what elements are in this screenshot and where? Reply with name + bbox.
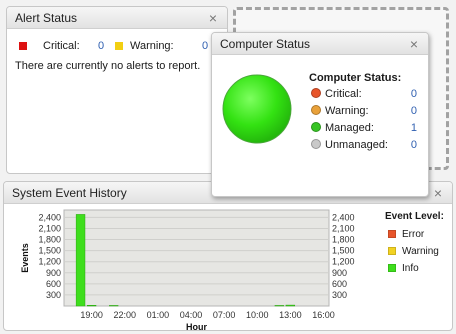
legend-item-error: Error — [388, 226, 439, 243]
computer-status-heading: Computer Status: — [309, 72, 402, 84]
alert-status-close-icon[interactable]: × — [209, 7, 217, 29]
x-tick-label: 16:00 — [312, 310, 335, 320]
info-swatch-icon — [388, 264, 396, 272]
status-row-warning: Warning: — [311, 105, 369, 117]
warning-count[interactable]: 0 — [202, 40, 208, 52]
status-pie-chart — [222, 74, 292, 144]
y-tick-label-right: 1,800 — [332, 235, 355, 245]
plot-area — [63, 209, 330, 307]
critical-count[interactable]: 0 — [98, 40, 104, 52]
y-tick-label-right: 300 — [332, 290, 347, 300]
event-history-chart: 300 300600 600900 9001,200 1,2001,500 1,5001,… — [20, 209, 355, 331]
computer-status-header[interactable]: Computer Status × — [212, 33, 428, 55]
x-tick-label: 01:00 — [147, 310, 170, 320]
event-history-title: System Event History — [12, 186, 127, 200]
computer-status-title: Computer Status — [220, 37, 311, 51]
managed-dot-icon — [311, 122, 321, 132]
computer-status-panel: Computer Status × Computer Status: Criti… — [211, 32, 429, 197]
computer-status-close-icon[interactable]: × — [410, 33, 418, 55]
x-axis-label: Hour — [186, 322, 207, 331]
y-tick-label-left: 2,100 — [38, 223, 61, 233]
y-tick-label-right: 1,500 — [332, 246, 355, 256]
no-alerts-message: There are currently no alerts to report. — [15, 60, 201, 72]
warning-swatch-icon — [388, 247, 396, 255]
y-tick-label-left: 900 — [46, 268, 61, 278]
y-tick-label-left: 1,800 — [38, 235, 61, 245]
y-tick-label-right: 900 — [332, 268, 347, 278]
status-count-unmanaged[interactable]: 0 — [411, 139, 417, 151]
event-history-close-icon[interactable]: × — [434, 182, 442, 204]
alert-status-title: Alert Status — [15, 11, 78, 25]
status-count-managed[interactable]: 1 — [411, 122, 417, 134]
legend-label: Warning — [402, 246, 439, 257]
y-tick-label-right: 2,100 — [332, 223, 355, 233]
system-event-history-panel: System Event History × 300 300 600 600 900 90… — [3, 181, 453, 331]
x-tick-label: 22:00 — [113, 310, 136, 320]
bar-info — [75, 214, 86, 307]
critical-label: Critical: — [43, 40, 80, 52]
status-label: Warning: — [325, 105, 369, 117]
status-count-critical[interactable]: 0 — [411, 88, 417, 100]
error-swatch-icon — [388, 230, 396, 238]
legend-label: Info — [402, 263, 419, 274]
warning-label: Warning: — [130, 40, 174, 52]
y-tick-label-left: 1,200 — [38, 257, 61, 267]
bar-info — [285, 304, 296, 307]
y-tick-label-left: 1,500 — [38, 246, 61, 256]
warning-dot-icon — [311, 105, 321, 115]
critical-square-icon — [19, 42, 27, 50]
bar-info — [86, 305, 97, 307]
y-tick-label-left: 600 — [46, 279, 61, 289]
legend-item-warning: Warning — [388, 243, 439, 260]
event-level-legend-title: Event Level: — [385, 211, 444, 222]
status-label: Critical: — [325, 88, 362, 100]
x-tick-label: 13:00 — [279, 310, 302, 320]
bar-info — [274, 305, 284, 307]
status-row-critical: Critical: — [311, 88, 362, 100]
status-row-managed: Managed: — [311, 122, 374, 134]
critical-legend — [19, 40, 27, 52]
warning-square-icon — [115, 42, 123, 50]
unmanaged-dot-icon — [311, 139, 321, 149]
legend-label: Error — [402, 229, 425, 240]
y-tick-label-right: 1,200 — [332, 257, 355, 267]
legend-item-info: Info — [388, 260, 439, 277]
x-tick-label: 04:00 — [180, 310, 203, 320]
alert-status-panel: Alert Status × Critical: 0 Warning: 0 Th… — [6, 6, 228, 174]
y-tick-label-left: 2,400 — [38, 212, 61, 222]
x-tick-label: 07:00 — [213, 310, 236, 320]
status-row-unmanaged: Unmanaged: — [311, 139, 388, 151]
managed-slice — [222, 74, 292, 144]
y-tick-label-right: 2,400 — [332, 212, 355, 222]
y-tick-label-right: 600 — [332, 279, 347, 289]
event-level-legend: Error Warning Info — [388, 226, 439, 277]
x-tick-label: 10:00 — [246, 310, 269, 320]
warning-legend — [115, 40, 123, 52]
status-label: Managed: — [325, 122, 374, 134]
y-tick-label-left: 300 — [46, 290, 61, 300]
critical-dot-icon — [311, 88, 321, 98]
alert-status-header[interactable]: Alert Status × — [7, 7, 227, 29]
y-axis-label: Events — [20, 243, 30, 273]
status-count-warning[interactable]: 0 — [411, 105, 417, 117]
status-label: Unmanaged: — [325, 139, 388, 151]
bar-info — [109, 305, 119, 307]
x-tick-label: 19:00 — [80, 310, 103, 320]
